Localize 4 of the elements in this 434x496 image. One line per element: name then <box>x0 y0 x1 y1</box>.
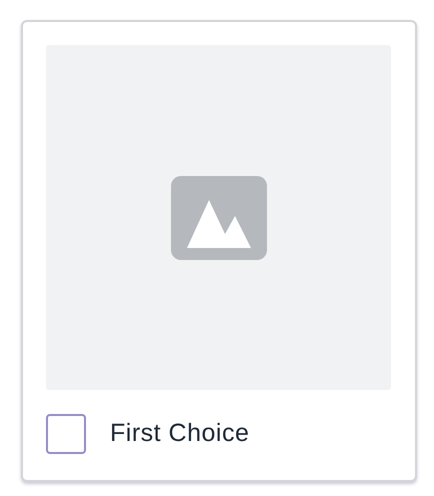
mountain-icon <box>170 176 266 260</box>
choice-card[interactable]: First Choice <box>21 20 417 482</box>
choice-label: First Choice <box>110 418 250 450</box>
checkbox[interactable] <box>46 414 86 454</box>
